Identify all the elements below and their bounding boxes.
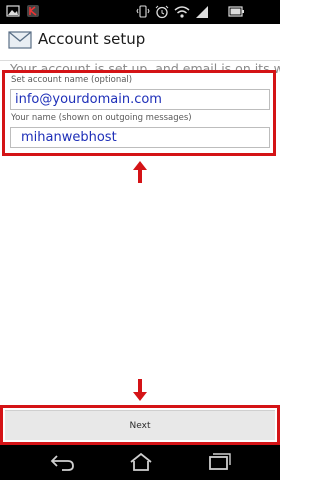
picture-icon <box>6 5 20 17</box>
account-name-field[interactable]: info@yourdomain.com <box>10 89 270 110</box>
your-name-field[interactable]: mihanwebhost <box>10 127 270 148</box>
app-notification-icon <box>27 5 39 17</box>
battery-icon <box>228 6 244 17</box>
signal-icon <box>196 6 208 18</box>
next-button-highlight: Next <box>0 405 280 445</box>
app-bar: Account setup <box>0 24 280 61</box>
arrow-up-icon <box>133 161 147 183</box>
alarm-icon <box>155 5 169 19</box>
vibrate-icon <box>136 5 150 18</box>
account-form: Set account name (optional) info@yourdom… <box>2 70 276 156</box>
your-name-label: Your name (shown on outgoing messages) <box>11 113 192 123</box>
next-button[interactable]: Next <box>5 410 275 440</box>
home-icon[interactable] <box>128 452 154 472</box>
navigation-bar <box>0 445 280 480</box>
arrow-down-icon <box>133 379 147 401</box>
back-icon[interactable] <box>50 452 76 472</box>
envelope-icon <box>8 31 32 49</box>
account-name-label: Set account name (optional) <box>11 75 133 85</box>
page-title: Account setup <box>38 30 146 48</box>
wifi-icon <box>174 6 190 18</box>
recents-icon[interactable] <box>206 452 232 472</box>
status-bar <box>0 0 280 24</box>
